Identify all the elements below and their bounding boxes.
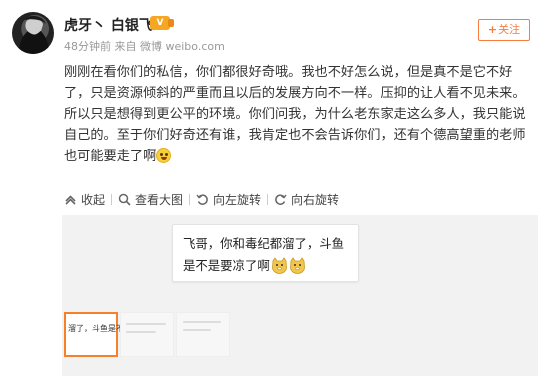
follow-label: 关注	[498, 23, 521, 36]
rotate-right-label: 向右旋转	[291, 192, 340, 207]
screenshot-message-card: 飞哥，你和毒纪都溜了，斗鱼是不是要凉了啊	[172, 224, 359, 282]
post-meta: 48分钟前 来自 微博 weibo.com	[64, 40, 225, 53]
rotate-left-button[interactable]: 向左旋转	[190, 191, 267, 208]
doge-emoji-icon	[271, 257, 288, 274]
view-large-button[interactable]: 查看大图	[112, 191, 189, 208]
image-toolbar: 收起 查看大图 向左旋转 向右旋转	[62, 189, 345, 209]
magnifier-icon	[118, 193, 131, 206]
avatar-image	[18, 15, 50, 54]
message-body: 飞哥，你和毒纪都溜了，斗鱼是不是要凉了啊	[183, 236, 345, 273]
rotate-right-icon	[274, 193, 287, 206]
rotate-right-button[interactable]: 向右旋转	[268, 191, 345, 208]
collapse-label: 收起	[81, 192, 106, 207]
follow-button[interactable]: +关注	[478, 19, 530, 41]
thumbnail[interactable]	[176, 312, 230, 357]
thumbnail-active[interactable]: 溜了，斗鱼是不	[64, 312, 124, 357]
rotate-left-icon	[196, 193, 209, 206]
view-large-label: 查看大图	[135, 192, 184, 207]
thumbnail-strip: 溜了，斗鱼是不	[62, 312, 262, 362]
post-content: 刚刚在看你们的私信，你们都很好奇哦。我也不好怎么说，但是真不是它不好了，只是资源…	[64, 62, 534, 167]
message-text: 飞哥，你和毒纪都溜了，斗鱼是不是要凉了啊	[183, 233, 355, 277]
thumbnail-line	[126, 331, 156, 333]
username[interactable]: 虎牙丶 白银飞	[64, 15, 153, 35]
thumbnail-line	[183, 329, 211, 331]
thumbnail-line	[126, 323, 166, 325]
post-text: 刚刚在看你们的私信，你们都很好奇哦。我也不好怎么说，但是真不是它不好了，只是资源…	[64, 65, 526, 164]
collapse-button[interactable]: 收起	[62, 191, 111, 208]
collapse-icon	[64, 193, 77, 206]
doge-emoji-icon	[289, 257, 306, 274]
avatar[interactable]	[12, 12, 54, 54]
plus-icon: +	[487, 23, 498, 36]
thumbnail-text: 溜了，斗鱼是不	[68, 324, 124, 333]
rotate-left-label: 向左旋转	[213, 192, 262, 207]
weibo-post: 虎牙丶 白银飞 V 48分钟前 来自 微博 weibo.com +关注 刚刚在看…	[0, 0, 550, 376]
vip-badge-icon: V	[150, 16, 174, 30]
thumbnail-line	[183, 321, 221, 323]
laugh-emoji-icon	[156, 148, 172, 163]
thumbnail[interactable]	[120, 312, 174, 357]
